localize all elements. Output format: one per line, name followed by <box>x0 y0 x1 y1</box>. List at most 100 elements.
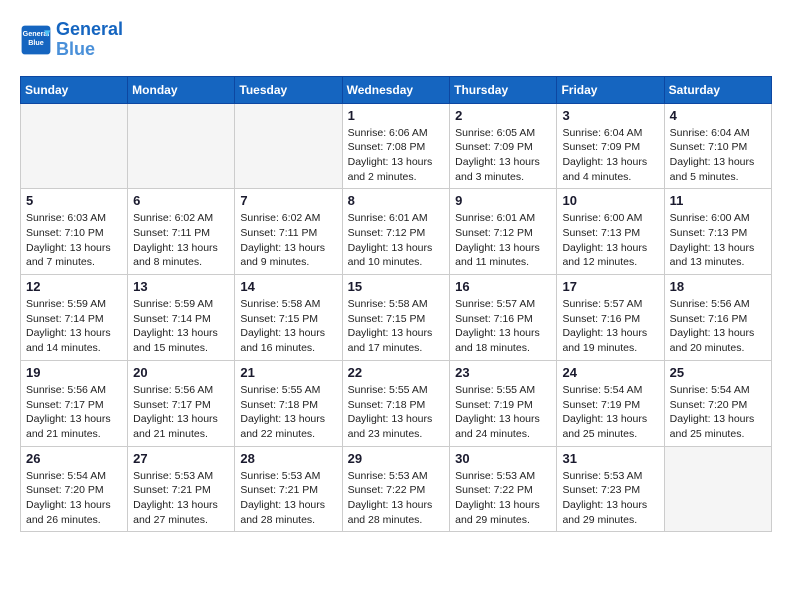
day-number: 10 <box>562 193 658 208</box>
day-info: Sunrise: 5:53 AM Sunset: 7:21 PM Dayligh… <box>240 469 336 528</box>
calendar-cell: 13Sunrise: 5:59 AM Sunset: 7:14 PM Dayli… <box>128 275 235 361</box>
day-number: 20 <box>133 365 229 380</box>
calendar-cell: 7Sunrise: 6:02 AM Sunset: 7:11 PM Daylig… <box>235 189 342 275</box>
weekday-header-saturday: Saturday <box>664 76 771 103</box>
calendar-cell: 6Sunrise: 6:02 AM Sunset: 7:11 PM Daylig… <box>128 189 235 275</box>
day-number: 21 <box>240 365 336 380</box>
day-info: Sunrise: 5:55 AM Sunset: 7:18 PM Dayligh… <box>348 383 445 442</box>
day-info: Sunrise: 5:53 AM Sunset: 7:22 PM Dayligh… <box>348 469 445 528</box>
calendar-cell: 22 Sunrise: 5:55 AM Sunset: 7:18 PM Dayli… <box>342 360 450 446</box>
calendar-cell: 29 Sunrise: 5:53 AM Sunset: 7:22 PM Dayli… <box>342 446 450 532</box>
day-number: 12 <box>26 279 122 294</box>
calendar-cell <box>21 103 128 189</box>
weekday-header-friday: Friday <box>557 76 664 103</box>
day-info: Sunrise: 5:55 AM Sunset: 7:19 PM Dayligh… <box>455 383 551 442</box>
day-info: Sunrise: 5:56 AM Sunset: 7:17 PM Dayligh… <box>26 383 122 442</box>
day-info: Sunrise: 5:59 AM Sunset: 7:14 PM Dayligh… <box>133 297 229 356</box>
day-info: Sunrise: 5:59 AM Sunset: 7:14 PM Dayligh… <box>26 297 122 356</box>
logo: General Blue GeneralBlue <box>20 20 123 60</box>
calendar-cell: 19 Sunrise: 5:56 AM Sunset: 7:17 PM Dayli… <box>21 360 128 446</box>
calendar-cell: 11Sunrise: 6:00 AM Sunset: 7:13 PM Dayli… <box>664 189 771 275</box>
calendar-week-row: 19 Sunrise: 5:56 AM Sunset: 7:17 PM Dayli… <box>21 360 772 446</box>
svg-text:General: General <box>23 29 50 38</box>
day-number: 27 <box>133 451 229 466</box>
day-info: Sunrise: 6:01 AM Sunset: 7:12 PM Dayligh… <box>348 211 445 270</box>
day-number: 5 <box>26 193 122 208</box>
calendar-cell: 8 Sunrise: 6:01 AM Sunset: 7:12 PM Daylig… <box>342 189 450 275</box>
calendar-cell: 28 Sunrise: 5:53 AM Sunset: 7:21 PM Dayli… <box>235 446 342 532</box>
day-number: 28 <box>240 451 336 466</box>
calendar-cell: 15 Sunrise: 5:58 AM Sunset: 7:15 PM Dayli… <box>342 275 450 361</box>
calendar-week-row: 5 Sunrise: 6:03 AM Sunset: 7:10 PM Daylig… <box>21 189 772 275</box>
day-info: Sunrise: 5:54 AM Sunset: 7:19 PM Dayligh… <box>562 383 658 442</box>
calendar-cell: 27 Sunrise: 5:53 AM Sunset: 7:21 PM Dayli… <box>128 446 235 532</box>
day-number: 17 <box>562 279 658 294</box>
day-number: 31 <box>562 451 658 466</box>
day-number: 9 <box>455 193 551 208</box>
svg-text:Blue: Blue <box>28 38 44 47</box>
page-header: General Blue GeneralBlue <box>20 20 772 60</box>
day-info: Sunrise: 5:55 AM Sunset: 7:18 PM Dayligh… <box>240 383 336 442</box>
day-info: Sunrise: 5:54 AM Sunset: 7:20 PM Dayligh… <box>26 469 122 528</box>
day-info: Sunrise: 6:04 AM Sunset: 7:09 PM Dayligh… <box>562 126 658 185</box>
day-info: Sunrise: 5:56 AM Sunset: 7:16 PM Dayligh… <box>670 297 766 356</box>
calendar-cell: 14 Sunrise: 5:58 AM Sunset: 7:15 PM Dayli… <box>235 275 342 361</box>
day-number: 25 <box>670 365 766 380</box>
day-number: 6 <box>133 193 229 208</box>
calendar-cell: 2Sunrise: 6:05 AM Sunset: 7:09 PM Daylig… <box>450 103 557 189</box>
day-info: Sunrise: 6:04 AM Sunset: 7:10 PM Dayligh… <box>670 126 766 185</box>
day-number: 26 <box>26 451 122 466</box>
calendar-cell: 21 Sunrise: 5:55 AM Sunset: 7:18 PM Dayli… <box>235 360 342 446</box>
calendar-cell: 9 Sunrise: 6:01 AM Sunset: 7:12 PM Daylig… <box>450 189 557 275</box>
day-info: Sunrise: 5:56 AM Sunset: 7:17 PM Dayligh… <box>133 383 229 442</box>
day-number: 4 <box>670 108 766 123</box>
day-info: Sunrise: 5:57 AM Sunset: 7:16 PM Dayligh… <box>562 297 658 356</box>
day-info: Sunrise: 5:58 AM Sunset: 7:15 PM Dayligh… <box>348 297 445 356</box>
day-info: Sunrise: 5:53 AM Sunset: 7:23 PM Dayligh… <box>562 469 658 528</box>
weekday-header-row: SundayMondayTuesdayWednesdayThursdayFrid… <box>21 76 772 103</box>
weekday-header-thursday: Thursday <box>450 76 557 103</box>
calendar-cell: 20 Sunrise: 5:56 AM Sunset: 7:17 PM Dayli… <box>128 360 235 446</box>
calendar-cell: 5 Sunrise: 6:03 AM Sunset: 7:10 PM Daylig… <box>21 189 128 275</box>
day-number: 22 <box>348 365 445 380</box>
weekday-header-monday: Monday <box>128 76 235 103</box>
calendar-cell: 1 Sunrise: 6:06 AM Sunset: 7:08 PM Daylig… <box>342 103 450 189</box>
day-info: Sunrise: 5:57 AM Sunset: 7:16 PM Dayligh… <box>455 297 551 356</box>
calendar-cell: 12 Sunrise: 5:59 AM Sunset: 7:14 PM Dayli… <box>21 275 128 361</box>
calendar-cell: 17 Sunrise: 5:57 AM Sunset: 7:16 PM Dayli… <box>557 275 664 361</box>
calendar-table: SundayMondayTuesdayWednesdayThursdayFrid… <box>20 76 772 533</box>
calendar-cell: 30Sunrise: 5:53 AM Sunset: 7:22 PM Dayli… <box>450 446 557 532</box>
weekday-header-tuesday: Tuesday <box>235 76 342 103</box>
day-info: Sunrise: 6:01 AM Sunset: 7:12 PM Dayligh… <box>455 211 551 270</box>
day-number: 29 <box>348 451 445 466</box>
calendar-cell: 18Sunrise: 5:56 AM Sunset: 7:16 PM Dayli… <box>664 275 771 361</box>
calendar-cell: 31 Sunrise: 5:53 AM Sunset: 7:23 PM Dayli… <box>557 446 664 532</box>
day-number: 14 <box>240 279 336 294</box>
day-info: Sunrise: 5:54 AM Sunset: 7:20 PM Dayligh… <box>670 383 766 442</box>
calendar-cell: 10 Sunrise: 6:00 AM Sunset: 7:13 PM Dayli… <box>557 189 664 275</box>
day-info: Sunrise: 6:00 AM Sunset: 7:13 PM Dayligh… <box>562 211 658 270</box>
day-number: 19 <box>26 365 122 380</box>
calendar-cell: 4 Sunrise: 6:04 AM Sunset: 7:10 PM Daylig… <box>664 103 771 189</box>
logo-icon: General Blue <box>20 24 52 56</box>
day-number: 15 <box>348 279 445 294</box>
calendar-cell: 3 Sunrise: 6:04 AM Sunset: 7:09 PM Daylig… <box>557 103 664 189</box>
day-number: 16 <box>455 279 551 294</box>
day-number: 7 <box>240 193 336 208</box>
calendar-cell: 16 Sunrise: 5:57 AM Sunset: 7:16 PM Dayli… <box>450 275 557 361</box>
day-number: 23 <box>455 365 551 380</box>
calendar-cell: 23 Sunrise: 5:55 AM Sunset: 7:19 PM Dayli… <box>450 360 557 446</box>
calendar-week-row: 1 Sunrise: 6:06 AM Sunset: 7:08 PM Daylig… <box>21 103 772 189</box>
day-info: Sunrise: 5:53 AM Sunset: 7:22 PM Dayligh… <box>455 469 551 528</box>
day-number: 1 <box>348 108 445 123</box>
day-number: 3 <box>562 108 658 123</box>
day-info: Sunrise: 6:03 AM Sunset: 7:10 PM Dayligh… <box>26 211 122 270</box>
day-number: 24 <box>562 365 658 380</box>
calendar-cell: 25 Sunrise: 5:54 AM Sunset: 7:20 PM Dayli… <box>664 360 771 446</box>
day-info: Sunrise: 5:58 AM Sunset: 7:15 PM Dayligh… <box>240 297 336 356</box>
day-info: Sunrise: 5:53 AM Sunset: 7:21 PM Dayligh… <box>133 469 229 528</box>
day-number: 8 <box>348 193 445 208</box>
calendar-week-row: 12 Sunrise: 5:59 AM Sunset: 7:14 PM Dayli… <box>21 275 772 361</box>
day-info: Sunrise: 6:06 AM Sunset: 7:08 PM Dayligh… <box>348 126 445 185</box>
day-number: 2 <box>455 108 551 123</box>
